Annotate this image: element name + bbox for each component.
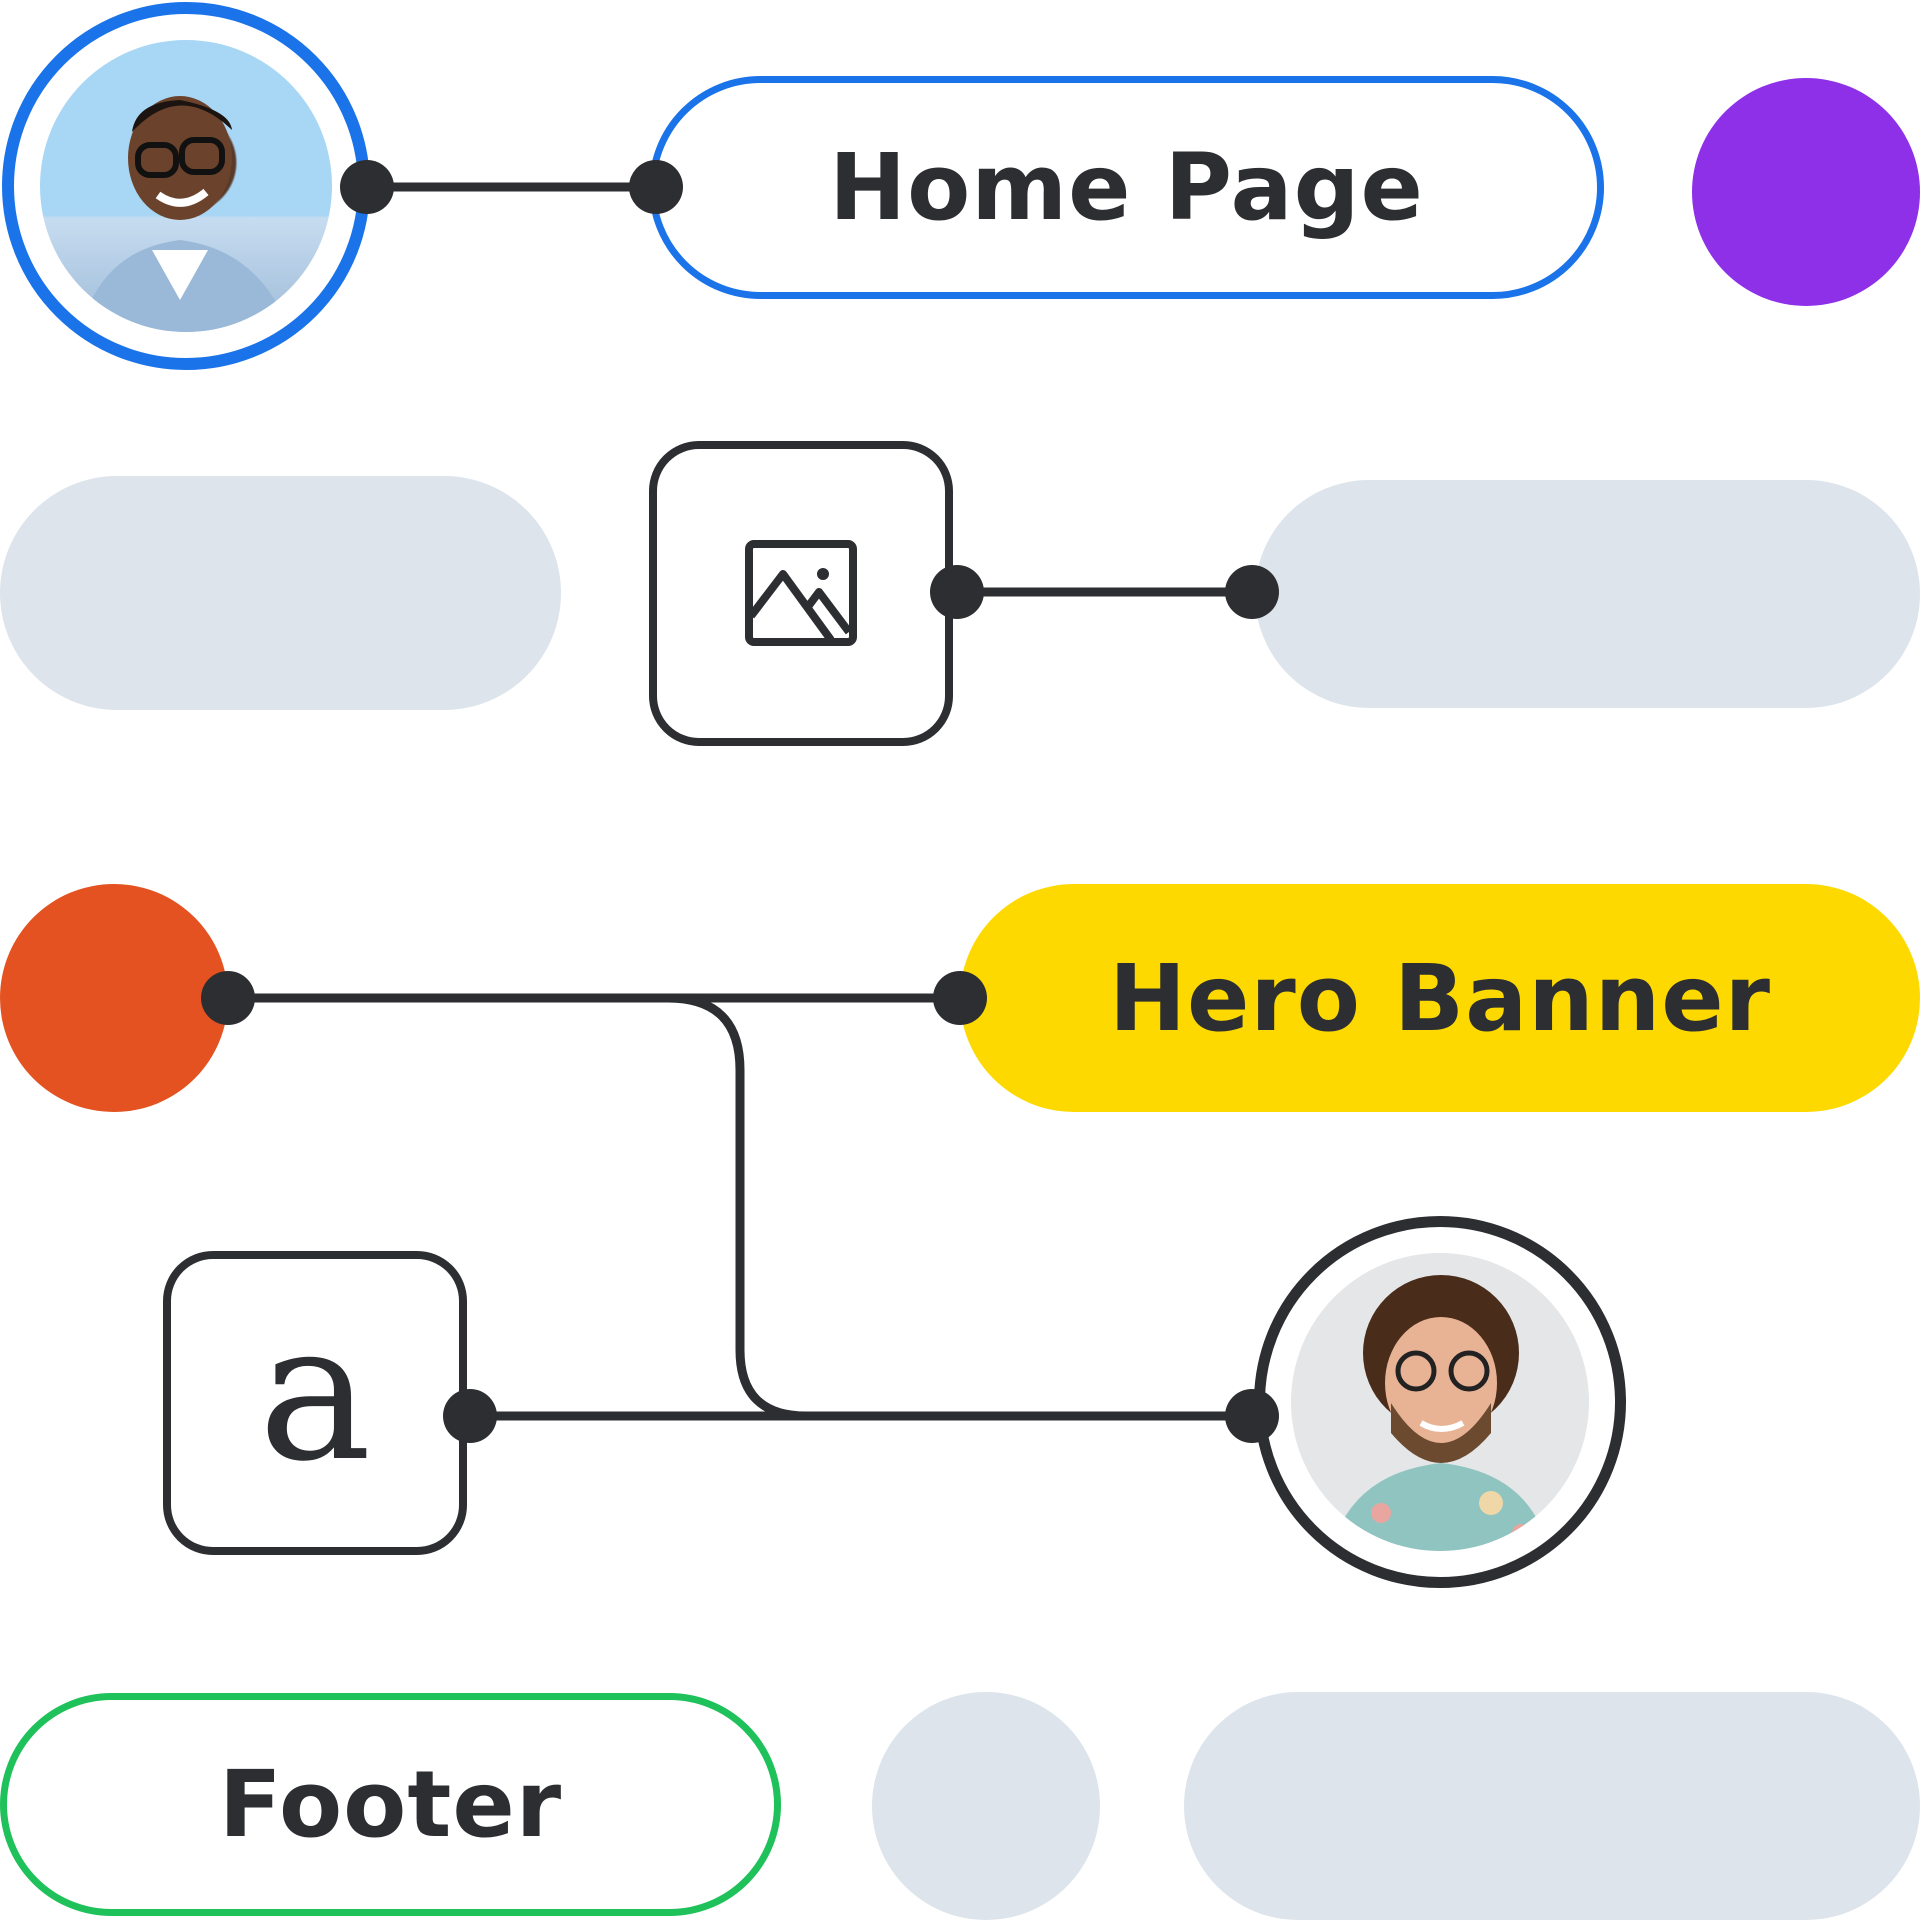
hero-banner-label: Hero Banner <box>1109 944 1771 1052</box>
image-block-port[interactable] <box>930 565 984 619</box>
home-page-label: Home Page <box>829 134 1424 241</box>
placeholder-dot <box>872 1692 1100 1920</box>
avatar-1-port[interactable] <box>340 160 394 214</box>
avatar-2-photo <box>1291 1253 1589 1551</box>
placeholder-pill-bottom <box>1184 1692 1920 1920</box>
placeholder-right-port[interactable] <box>1225 565 1279 619</box>
avatar-1-photo <box>40 40 332 332</box>
home-page-node[interactable]: Home Page <box>649 76 1604 299</box>
image-icon <box>745 540 857 646</box>
wire-branch-down <box>667 993 807 1421</box>
text-block-port[interactable] <box>443 1389 497 1443</box>
purple-dot[interactable] <box>1692 78 1920 306</box>
avatar-2-port[interactable] <box>1225 1389 1279 1443</box>
person-illustration <box>80 96 290 332</box>
avatar-1[interactable] <box>2 2 370 370</box>
text-block-node[interactable]: a <box>163 1251 467 1555</box>
home-page-port[interactable] <box>629 160 683 214</box>
footer-node[interactable]: Footer <box>0 1693 781 1916</box>
avatar-2[interactable] <box>1254 1216 1626 1588</box>
orange-dot-port[interactable] <box>201 971 255 1025</box>
text-glyph-icon: a <box>258 1282 372 1503</box>
placeholder-pill-left <box>0 476 561 710</box>
orange-dot[interactable] <box>0 884 228 1112</box>
placeholder-pill-right <box>1255 480 1920 708</box>
person-illustration <box>1331 1275 1549 1551</box>
hero-banner-port[interactable] <box>933 971 987 1025</box>
footer-label: Footer <box>218 1751 563 1858</box>
image-block-node[interactable] <box>649 441 953 746</box>
hero-banner-node[interactable]: Hero Banner <box>960 884 1920 1112</box>
